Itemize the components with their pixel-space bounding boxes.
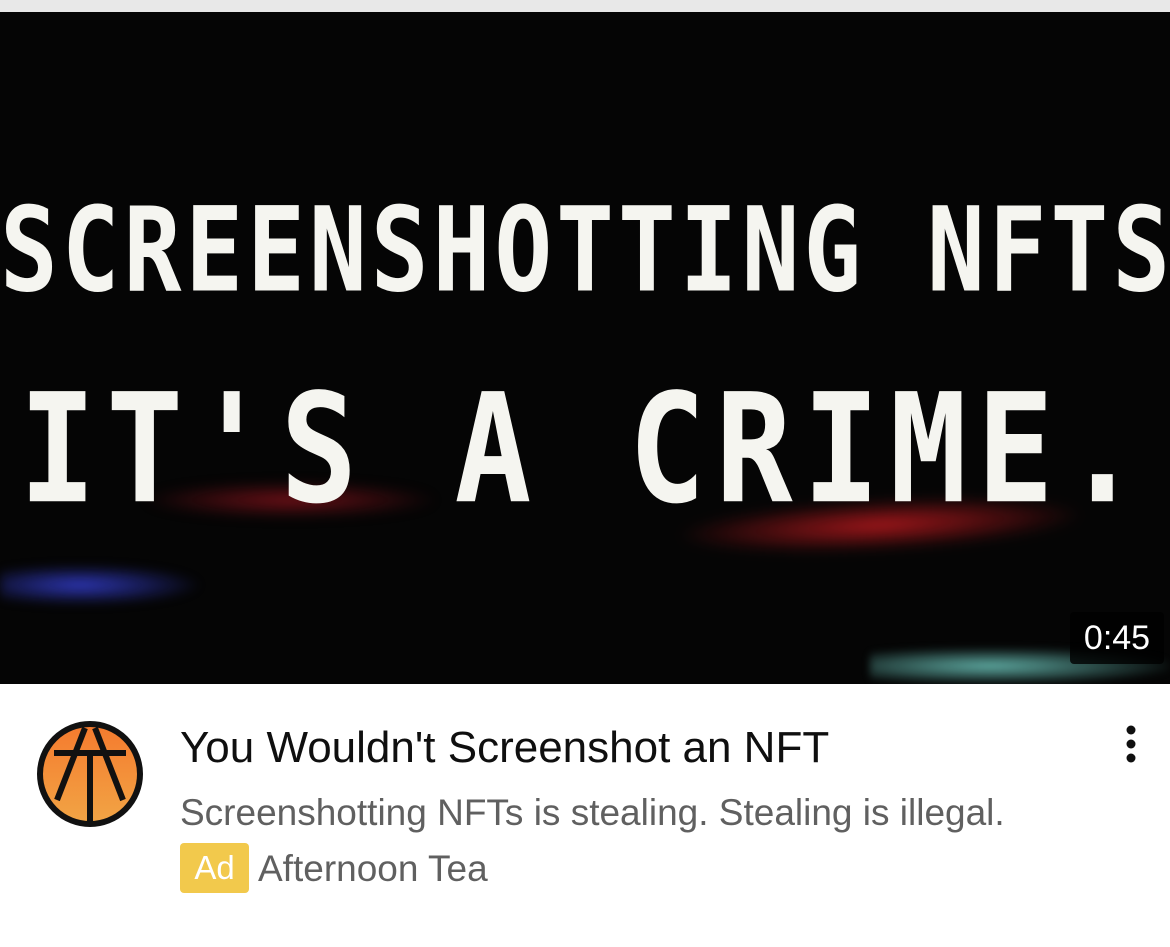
more-options-button[interactable] xyxy=(1106,720,1156,776)
top-divider-strip xyxy=(0,0,1170,12)
video-description: Screenshotting NFTs is stealing. Stealin… xyxy=(180,792,1005,833)
video-title[interactable]: You Wouldn't Screenshot an NFT xyxy=(180,722,1080,774)
advertiser-name[interactable]: Afternoon Tea xyxy=(258,844,488,894)
video-thumbnail[interactable]: SCREENSHOTTING NFTS IT'S A CRIME. 0:45 xyxy=(0,12,1170,684)
duration-badge: 0:45 xyxy=(1070,612,1164,664)
thumbnail-headline-line-1: SCREENSHOTTING NFTS xyxy=(0,182,1170,319)
channel-avatar[interactable] xyxy=(36,720,144,828)
afternoon-tea-logo-icon xyxy=(37,721,143,827)
video-metadata: You Wouldn't Screenshot an NFT Screensho… xyxy=(0,684,1170,947)
thumbnail-headline-line-2: IT'S A CRIME. xyxy=(19,362,1151,538)
more-vertical-icon xyxy=(1126,725,1136,763)
ad-badge: Ad xyxy=(180,843,249,893)
thumbnail-blue-glow xyxy=(0,565,200,605)
